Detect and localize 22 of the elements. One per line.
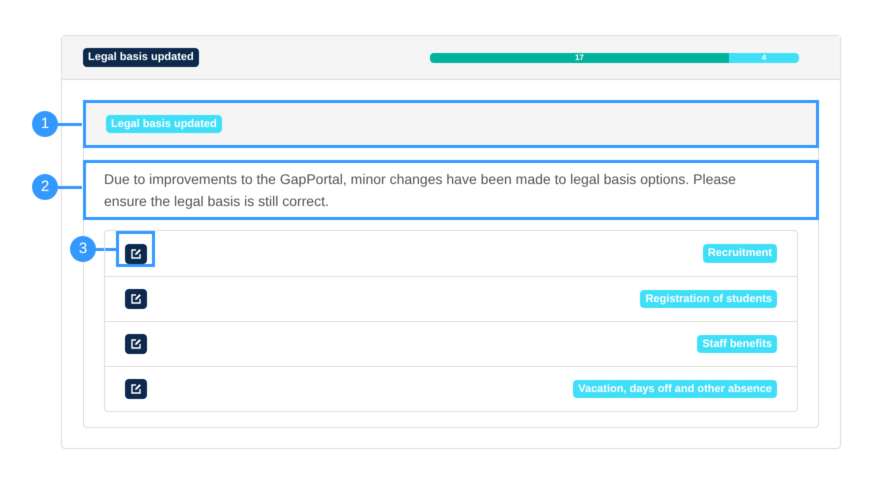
legal-basis-tag: Staff benefits	[697, 334, 777, 354]
callout-marker: 2	[32, 174, 58, 200]
remaining-count: 4	[760, 52, 768, 62]
edit-button[interactable]	[125, 379, 147, 399]
edit-icon	[130, 383, 142, 395]
status-label: Legal basis updated	[106, 114, 222, 134]
highlight-frame	[116, 231, 155, 267]
edit-button[interactable]	[125, 334, 147, 354]
legal-basis-tag: Recruitment	[702, 244, 777, 263]
edit-button[interactable]	[125, 244, 147, 264]
edit-icon	[130, 248, 142, 260]
edit-button[interactable]	[125, 289, 147, 309]
status-label: Legal basis updated	[83, 48, 199, 67]
leader-line	[94, 248, 116, 251]
legal-basis-tag: Registration of students	[640, 290, 777, 308]
callout-marker: 1	[32, 111, 58, 137]
callout-marker: 3	[70, 236, 96, 262]
progress-fill: 17	[430, 52, 729, 62]
notice-message: Due to improvements to the GapPortal, minor changes have been made to legal basis options. Please ensure the legal basis is still correct.	[104, 170, 737, 211]
legal-basis-tag: Vacation, days off and other absence	[573, 380, 777, 398]
edit-icon	[130, 338, 142, 350]
edit-icon	[130, 293, 142, 305]
